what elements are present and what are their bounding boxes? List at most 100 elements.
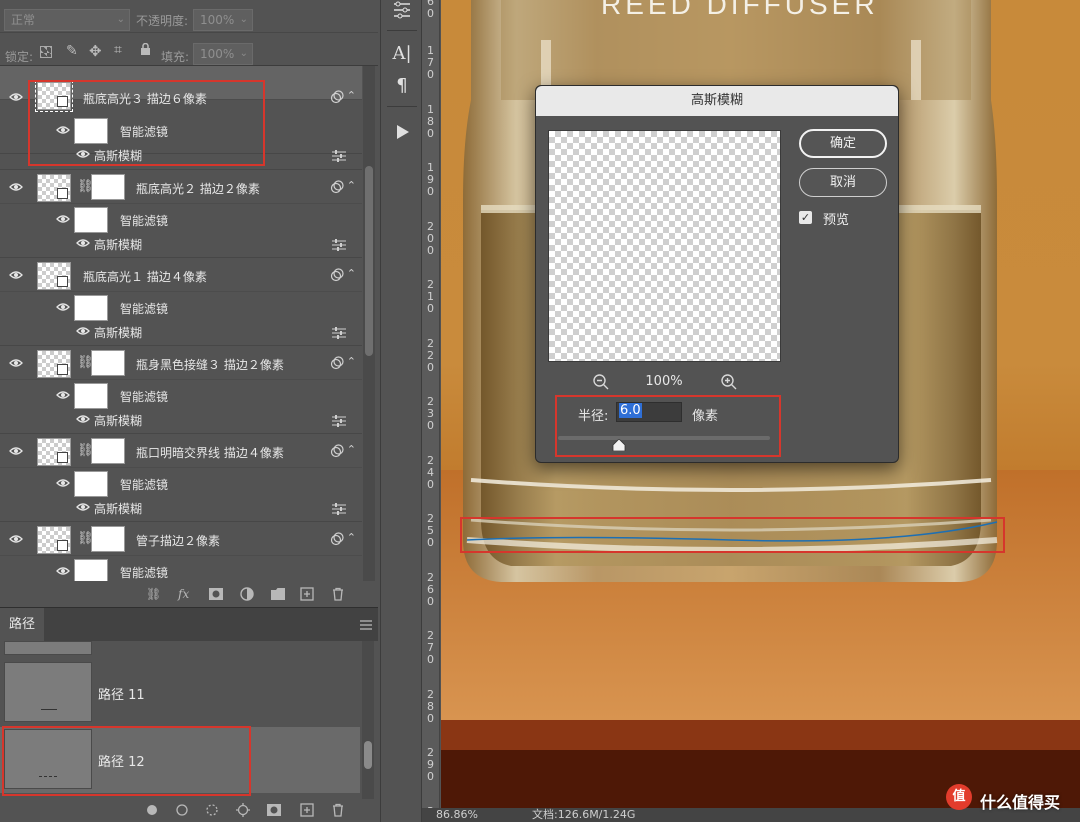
- new-path-icon[interactable]: [300, 803, 316, 817]
- preview-checkbox[interactable]: ✓: [799, 211, 812, 224]
- layer-row[interactable]: ⛓ 瓶口明暗交界线 描边４像素 ⌃: [0, 434, 362, 468]
- eye-icon[interactable]: [9, 534, 23, 544]
- layer-name[interactable]: 瓶底高光２ 描边２像素: [136, 180, 260, 197]
- lock-move-icon[interactable]: ✥: [89, 42, 102, 60]
- link-icon[interactable]: ⛓: [77, 355, 94, 371]
- layers-scrollbar[interactable]: [363, 66, 375, 581]
- eye-icon[interactable]: [9, 182, 23, 192]
- filter-item-row[interactable]: 高斯模糊: [0, 497, 362, 519]
- layer-name[interactable]: 瓶身黑色接缝３ 描边２像素: [136, 356, 284, 373]
- link-icon[interactable]: ⛓: [77, 531, 94, 547]
- layer-mask-thumbnail[interactable]: [91, 350, 125, 376]
- play-actions-icon[interactable]: [392, 122, 412, 142]
- paths-scrollbar[interactable]: [362, 641, 374, 799]
- path-row[interactable]: 路径 11: [0, 660, 360, 726]
- smart-filters-row[interactable]: 智能滤镜: [0, 294, 362, 321]
- smart-filters-row[interactable]: 智能滤镜: [0, 118, 362, 144]
- collapse-caret-icon[interactable]: ⌃: [347, 267, 356, 280]
- character-panel-icon[interactable]: A|: [392, 44, 412, 64]
- link-icon[interactable]: ⛓: [77, 179, 94, 195]
- add-mask-icon[interactable]: [266, 804, 282, 818]
- dialog-title[interactable]: 高斯模糊: [536, 86, 898, 116]
- filter-options-icon[interactable]: [332, 239, 346, 251]
- eye-icon[interactable]: [76, 149, 90, 159]
- layers-scroll-thumb[interactable]: [365, 166, 373, 356]
- trash-icon[interactable]: [331, 587, 347, 601]
- filter-item-row[interactable]: 高斯模糊: [0, 233, 362, 255]
- layer-row[interactable]: ⛓ 瓶身黑色接缝３ 描边２像素 ⌃: [0, 346, 362, 380]
- link-icon[interactable]: ⛓: [77, 443, 94, 459]
- smart-filter-icon[interactable]: [330, 356, 344, 370]
- link-layers-icon[interactable]: ⛓: [146, 587, 162, 601]
- layer-thumbnail[interactable]: [37, 350, 71, 378]
- cancel-button[interactable]: 取消: [799, 168, 887, 197]
- new-layer-icon[interactable]: [300, 587, 316, 601]
- paths-scroll-thumb[interactable]: [364, 741, 372, 769]
- make-work-path-icon[interactable]: [236, 803, 252, 817]
- lock-all-icon[interactable]: [140, 42, 151, 55]
- collapse-caret-icon[interactable]: ⌃: [347, 89, 356, 102]
- filter-options-icon[interactable]: [332, 415, 346, 427]
- eye-icon[interactable]: [56, 478, 70, 488]
- radius-slider-knob[interactable]: [612, 438, 626, 452]
- lock-transparent-icon[interactable]: [40, 46, 52, 58]
- eye-icon[interactable]: [56, 390, 70, 400]
- eye-icon[interactable]: [9, 358, 23, 368]
- layer-thumbnail[interactable]: [37, 262, 71, 290]
- eye-icon[interactable]: [76, 326, 90, 336]
- collapse-caret-icon[interactable]: ⌃: [347, 355, 356, 368]
- zoom-readout[interactable]: 86.86%: [436, 808, 478, 822]
- eye-icon[interactable]: [76, 238, 90, 248]
- blend-mode-select[interactable]: 正常 ⌄: [4, 9, 130, 31]
- eye-icon[interactable]: [56, 214, 70, 224]
- document-info[interactable]: 文档:126.6M/1.24G: [532, 808, 635, 822]
- collapse-caret-icon[interactable]: ⌃: [347, 531, 356, 544]
- load-selection-icon[interactable]: [206, 804, 222, 818]
- opacity-field[interactable]: 100% ⌄: [193, 9, 253, 31]
- eye-icon[interactable]: [9, 270, 23, 280]
- filter-mask-thumbnail[interactable]: [74, 207, 108, 233]
- filter-item-row[interactable]: 高斯模糊: [0, 321, 362, 343]
- collapse-caret-icon[interactable]: ⌃: [347, 443, 356, 456]
- trash-icon[interactable]: [331, 803, 347, 817]
- smart-filter-icon[interactable]: [330, 90, 344, 104]
- filter-item-row[interactable]: 高斯模糊: [0, 409, 362, 431]
- filter-options-icon[interactable]: [332, 327, 346, 339]
- layer-row[interactable]: ⛓ 瓶底高光２ 描边２像素 ⌃: [0, 170, 362, 204]
- layer-name[interactable]: 瓶底高光１ 描边４像素: [83, 268, 207, 285]
- adjustments-icon[interactable]: [392, 0, 412, 20]
- lock-brush-icon[interactable]: ✎: [66, 43, 78, 59]
- new-group-icon[interactable]: [270, 587, 286, 601]
- filter-mask-thumbnail[interactable]: [74, 295, 108, 321]
- layer-row[interactable]: 瓶底高光１ 描边４像素 ⌃: [0, 258, 362, 292]
- layer-thumbnail[interactable]: [37, 438, 71, 466]
- adjustment-layer-icon[interactable]: [240, 587, 256, 601]
- fx-icon[interactable]: fx: [178, 587, 194, 601]
- panel-menu-icon[interactable]: [360, 619, 372, 630]
- eye-icon[interactable]: [9, 446, 23, 456]
- layer-thumbnail[interactable]: [35, 80, 73, 112]
- ok-button[interactable]: 确定: [799, 129, 887, 158]
- filter-preview[interactable]: [548, 130, 781, 362]
- eye-icon[interactable]: [56, 566, 70, 576]
- paragraph-panel-icon[interactable]: ¶: [392, 76, 412, 96]
- filter-options-icon[interactable]: [332, 503, 346, 515]
- lock-artboard-icon[interactable]: ⌗: [114, 42, 122, 58]
- smart-filter-icon[interactable]: [330, 532, 344, 546]
- radius-slider-track[interactable]: [558, 436, 770, 440]
- zoom-in-icon[interactable]: [720, 373, 738, 391]
- filter-mask-thumbnail[interactable]: [74, 383, 108, 409]
- layer-row[interactable]: 瓶底高光３ 描边６像素 ⌃: [0, 66, 362, 112]
- eye-icon[interactable]: [56, 302, 70, 312]
- stroke-path-icon[interactable]: [176, 804, 192, 818]
- layer-name[interactable]: 管子描边２像素: [136, 532, 220, 549]
- layer-thumbnail[interactable]: [37, 526, 71, 554]
- filter-mask-thumbnail[interactable]: [74, 559, 108, 581]
- fill-path-icon[interactable]: [146, 804, 162, 818]
- layer-row[interactable]: ⛓ 管子描边２像素 ⌃: [0, 522, 362, 556]
- eye-icon[interactable]: [9, 92, 23, 102]
- filter-options-icon[interactable]: [332, 150, 346, 162]
- smart-filter-icon[interactable]: [330, 268, 344, 282]
- eye-icon[interactable]: [56, 125, 70, 135]
- filter-mask-thumbnail[interactable]: [74, 471, 108, 497]
